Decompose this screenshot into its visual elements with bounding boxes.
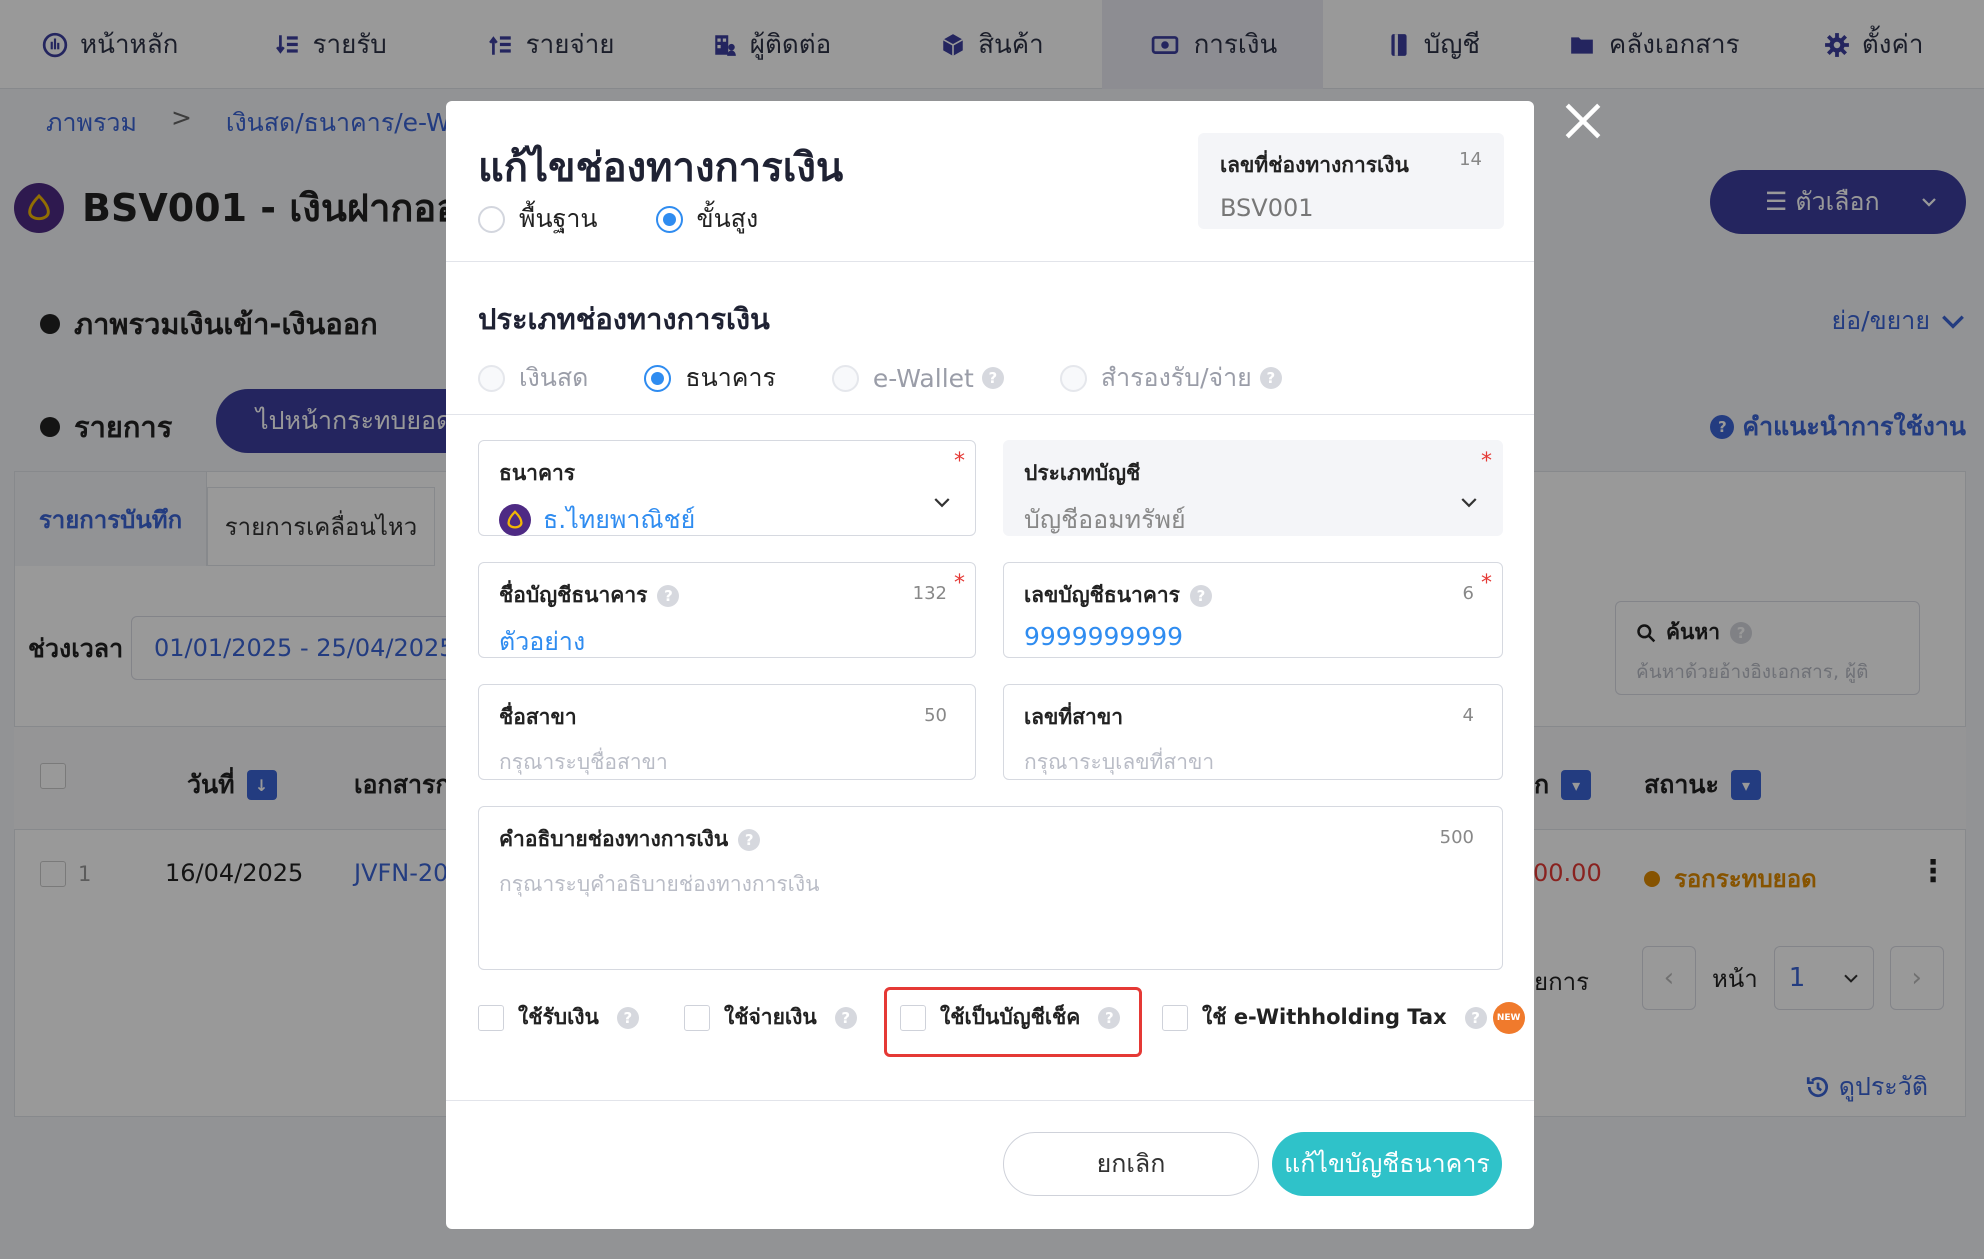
channel-number-label-text: เลขที่ช่องทางการเงิน xyxy=(1220,153,1409,177)
branch-name-placeholder: กรุณาระบุชื่อสาขา xyxy=(499,750,668,774)
question-icon: ? xyxy=(616,1006,639,1029)
channel-number-count: 14 xyxy=(1459,149,1482,170)
account-name-count: 132 xyxy=(912,583,947,604)
scb-logo-icon xyxy=(499,504,531,536)
required-mark: * xyxy=(1481,449,1492,474)
highlight-box xyxy=(884,987,1142,1057)
use-pay-option[interactable]: ใช้จ่ายเงิน ? xyxy=(684,1001,857,1034)
channel-type-heading: ประเภทช่องทางการเงิน xyxy=(478,302,770,336)
channel-type-radio-group: เงินสด ธนาคาร e-Wallet ? สำรองรับ/จ่าย ? xyxy=(478,358,1282,398)
mode-advanced-label: ขั้นสูง xyxy=(696,204,759,233)
account-number-value: 9999999999 xyxy=(1024,622,1184,651)
branch-name-field[interactable]: 50 ชื่อสาขา กรุณาระบุชื่อสาขา xyxy=(478,684,976,780)
use-pay-checkbox[interactable] xyxy=(684,1004,710,1031)
question-icon: ? xyxy=(738,828,761,851)
use-receive-label: ใช้รับเงิน xyxy=(518,1005,599,1029)
branch-number-placeholder: กรุณาระบุเลขที่สาขา xyxy=(1024,750,1215,774)
account-name-value: ตัวอย่าง xyxy=(499,627,586,656)
description-count: 500 xyxy=(1439,827,1474,848)
submit-button[interactable]: แก้ไขบัญชีธนาคาร xyxy=(1272,1132,1502,1196)
use-pay-label: ใช้จ่ายเงิน xyxy=(724,1005,817,1029)
branch-number-label: เลขที่สาขา xyxy=(1024,705,1124,729)
question-icon: ? xyxy=(834,1006,857,1029)
modal-title: แก้ไขช่องทางการเงิน xyxy=(478,145,844,191)
required-mark: * xyxy=(1481,571,1492,596)
description-label: คำอธิบายช่องทางการเงิน ? xyxy=(499,823,1482,856)
account-type-select[interactable]: * ประเภทบัญชี บัญชีออมทรัพย์ xyxy=(1003,440,1503,536)
type-ewallet-label: e-Wallet xyxy=(872,363,974,393)
chevron-down-icon xyxy=(934,498,950,508)
branch-number-field[interactable]: 4 เลขที่สาขา กรุณาระบุเลขที่สาขา xyxy=(1003,684,1503,780)
type-bank-radio[interactable] xyxy=(644,364,672,392)
use-ewht-option[interactable]: ใช้ e-Withholding Tax ? NEW xyxy=(1162,1001,1525,1034)
account-name-label-text: ชื่อบัญชีธนาคาร xyxy=(499,583,648,607)
close-icon[interactable] xyxy=(1562,100,1604,142)
channel-number-label: เลขที่ช่องทางการเงิน 14 xyxy=(1220,149,1482,182)
account-number-label: เลขบัญชีธนาคาร ? xyxy=(1024,579,1482,612)
description-label-text: คำอธิบายช่องทางการเงิน xyxy=(499,827,729,851)
divider xyxy=(446,261,1534,262)
question-icon: ? xyxy=(981,367,1004,389)
new-badge: NEW xyxy=(1492,1001,1525,1034)
account-name-field[interactable]: * 132 ชื่อบัญชีธนาคาร ? ตัวอย่าง xyxy=(478,562,976,658)
type-cash-radio[interactable] xyxy=(478,364,505,392)
required-mark: * xyxy=(954,449,965,474)
account-type-value: บัญชีออมทรัพย์ xyxy=(1024,505,1186,534)
bank-value: ธ.ไทยพาณิชย์ xyxy=(499,500,955,540)
chevron-down-icon xyxy=(1461,498,1477,508)
question-icon: ? xyxy=(1259,367,1282,389)
account-number-label-text: เลขบัญชีธนาคาร xyxy=(1024,583,1180,607)
question-icon: ? xyxy=(1464,1006,1487,1029)
channel-number-field: เลขที่ช่องทางการเงิน 14 BSV001 xyxy=(1198,133,1504,229)
bank-value-text: ธ.ไทยพาณิชย์ xyxy=(543,505,696,534)
type-reserve-radio[interactable] xyxy=(1059,364,1087,392)
mode-basic-radio[interactable] xyxy=(478,205,505,233)
mode-advanced-radio[interactable] xyxy=(655,205,683,233)
type-bank-label: ธนาคาร xyxy=(685,363,776,392)
question-icon: ? xyxy=(1189,584,1212,607)
type-ewallet-radio[interactable] xyxy=(831,364,859,392)
divider xyxy=(446,414,1534,415)
description-field[interactable]: 500 คำอธิบายช่องทางการเงิน ? กรุณาระบุคำ… xyxy=(478,806,1503,970)
use-ewht-checkbox[interactable] xyxy=(1162,1004,1188,1031)
divider xyxy=(446,1100,1534,1101)
description-placeholder: กรุณาระบุคำอธิบายช่องทางการเงิน xyxy=(499,872,820,896)
use-receive-checkbox[interactable] xyxy=(478,1004,504,1031)
use-ewht-label: ใช้ e-Withholding Tax xyxy=(1202,1005,1447,1029)
branch-name-label: ชื่อสาขา xyxy=(499,705,577,729)
mode-radio-group: พื้นฐาน ขั้นสูง xyxy=(478,199,816,239)
branch-name-count: 50 xyxy=(924,705,947,726)
type-reserve-label: สำรองรับ/จ่าย xyxy=(1100,363,1252,392)
required-mark: * xyxy=(954,571,965,596)
account-number-field[interactable]: * 6 เลขบัญชีธนาคาร ? 9999999999 xyxy=(1003,562,1503,658)
type-cash-label: เงินสด xyxy=(519,363,589,392)
question-icon: ? xyxy=(657,584,680,607)
branch-number-count: 4 xyxy=(1462,705,1474,726)
account-number-count: 6 xyxy=(1462,583,1474,604)
channel-number-value: BSV001 xyxy=(1220,194,1314,222)
edit-channel-modal: แก้ไขช่องทางการเงิน พื้นฐาน ขั้นสูง เลขท… xyxy=(446,101,1534,1229)
cancel-button[interactable]: ยกเลิก xyxy=(1003,1132,1259,1196)
account-type-label: ประเภทบัญชี xyxy=(1024,461,1141,485)
account-name-label: ชื่อบัญชีธนาคาร ? xyxy=(499,579,955,612)
use-receive-option[interactable]: ใช้รับเงิน ? xyxy=(478,1001,639,1034)
bank-select[interactable]: * ธนาคาร ธ.ไทยพาณิชย์ xyxy=(478,440,976,536)
mode-basic-label: พื้นฐาน xyxy=(519,204,598,233)
bank-label: ธนาคาร xyxy=(499,461,576,485)
